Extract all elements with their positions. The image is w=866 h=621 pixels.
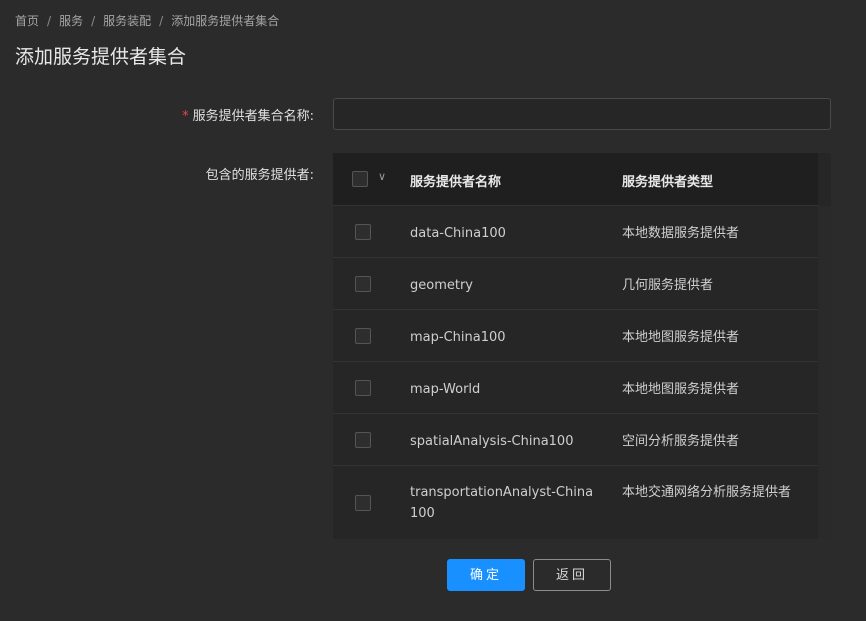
provider-name-cell: map-World xyxy=(410,382,481,397)
table-row[interactable]: map-World 本地地图服务提供者 xyxy=(333,362,818,414)
provider-type-cell: 本地交通网络分析服务提供者 xyxy=(622,485,792,500)
confirm-button[interactable]: 确定 xyxy=(447,559,525,591)
table-scrollbar[interactable] xyxy=(818,206,831,539)
breadcrumb: 首页 / 服务 / 服务装配 / 添加服务提供者集合 xyxy=(15,12,279,29)
providers-field-label: 包含的服务提供者: xyxy=(205,168,314,183)
name-field-label: * 服务提供者集合名称: xyxy=(182,105,314,124)
column-header-name: 服务提供者名称 xyxy=(410,175,502,190)
table-row[interactable]: data-China100 本地数据服务提供者 xyxy=(333,206,818,258)
breadcrumb-home[interactable]: 首页 xyxy=(15,12,39,29)
provider-name-cell: map-China100 xyxy=(410,330,506,345)
chevron-down-icon[interactable]: ∨ xyxy=(378,170,386,183)
table-header: ∨ 服务提供者名称 服务提供者类型 xyxy=(333,153,818,206)
breadcrumb-service-assembly[interactable]: 服务装配 xyxy=(103,12,151,29)
page-title: 添加服务提供者集合 xyxy=(15,46,187,68)
provider-type-cell: 本地数据服务提供者 xyxy=(622,226,740,241)
provider-name-cell: transportationAnalyst-China100 xyxy=(410,485,594,521)
row-checkbox[interactable] xyxy=(355,328,371,344)
column-header-type: 服务提供者类型 xyxy=(622,175,714,190)
table-row[interactable]: map-China100 本地地图服务提供者 xyxy=(333,310,818,362)
table-row[interactable]: transportationAnalyst-China100 本地交通网络分析服… xyxy=(333,466,818,539)
breadcrumb-current: 添加服务提供者集合 xyxy=(171,14,280,28)
provider-name-cell: spatialAnalysis-China100 xyxy=(410,434,574,449)
provider-type-cell: 几何服务提供者 xyxy=(622,278,714,293)
breadcrumb-service[interactable]: 服务 xyxy=(59,12,83,29)
name-field-label-text: 服务提供者集合名称: xyxy=(192,109,314,124)
table-row[interactable]: geometry 几何服务提供者 xyxy=(333,258,818,310)
breadcrumb-separator: / xyxy=(47,13,52,28)
row-checkbox[interactable] xyxy=(355,276,371,292)
row-checkbox[interactable] xyxy=(355,495,371,511)
back-button[interactable]: 返回 xyxy=(533,559,611,591)
row-checkbox[interactable] xyxy=(355,380,371,396)
provider-type-cell: 本地地图服务提供者 xyxy=(622,382,740,397)
breadcrumb-separator: / xyxy=(159,13,164,28)
provider-name-cell: data-China100 xyxy=(410,226,506,241)
row-checkbox[interactable] xyxy=(355,432,371,448)
collection-name-input[interactable] xyxy=(333,98,831,130)
table-row[interactable]: spatialAnalysis-China100 空间分析服务提供者 xyxy=(333,414,818,466)
row-checkbox[interactable] xyxy=(355,224,371,240)
provider-type-cell: 本地地图服务提供者 xyxy=(622,330,740,345)
required-mark: * xyxy=(182,109,189,124)
provider-type-cell: 空间分析服务提供者 xyxy=(622,434,740,449)
providers-table: ∨ 服务提供者名称 服务提供者类型 data-China100 本地数据服务提供… xyxy=(333,153,831,539)
provider-name-cell: geometry xyxy=(410,278,474,293)
select-all-checkbox[interactable] xyxy=(352,171,368,187)
breadcrumb-separator: / xyxy=(91,13,96,28)
